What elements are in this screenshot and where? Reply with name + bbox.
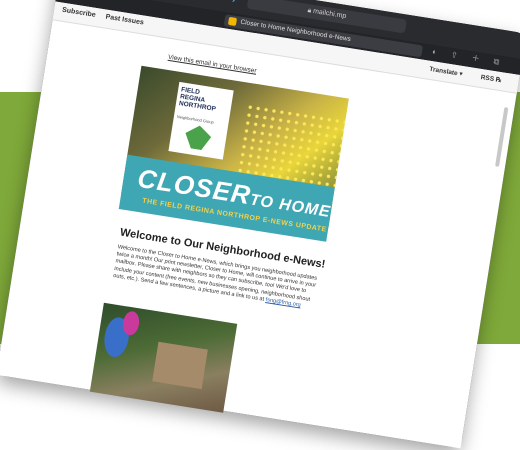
scrollbar[interactable] (495, 107, 509, 167)
translate-dropdown[interactable]: Translate ▾ (429, 65, 463, 78)
rss-link[interactable]: RSS ℞ (480, 73, 502, 84)
leaf-icon (183, 124, 212, 152)
url-text: mailchi.mp (312, 7, 347, 21)
past-issues-link[interactable]: Past Issues (105, 14, 144, 27)
extension-icon[interactable]: ● (194, 0, 208, 1)
house-image (152, 341, 208, 390)
web-page: Subscribe Past Issues Translate ▾ RSS ℞ … (0, 1, 520, 449)
neighborhood-photo (89, 302, 238, 413)
decoration-image (121, 310, 141, 337)
extension-icon[interactable]: ■ (209, 0, 223, 3)
neighborhood-logo: FIELD REGINA NORTHROP Neighborhood Group (168, 81, 234, 160)
logo-subtitle: Neighborhood Group (176, 113, 215, 125)
bird-icon[interactable]: ✈ (227, 0, 241, 6)
subscribe-link[interactable]: Subscribe (62, 7, 97, 19)
browser-window: ▭ ‹ › 108 ● ● ■ ✈ 🔒︎ mailchi.mp 13 Close… (0, 0, 520, 449)
mailchimp-favicon-icon (227, 16, 238, 27)
logo-text: FIELD REGINA NORTHROP (178, 86, 231, 115)
